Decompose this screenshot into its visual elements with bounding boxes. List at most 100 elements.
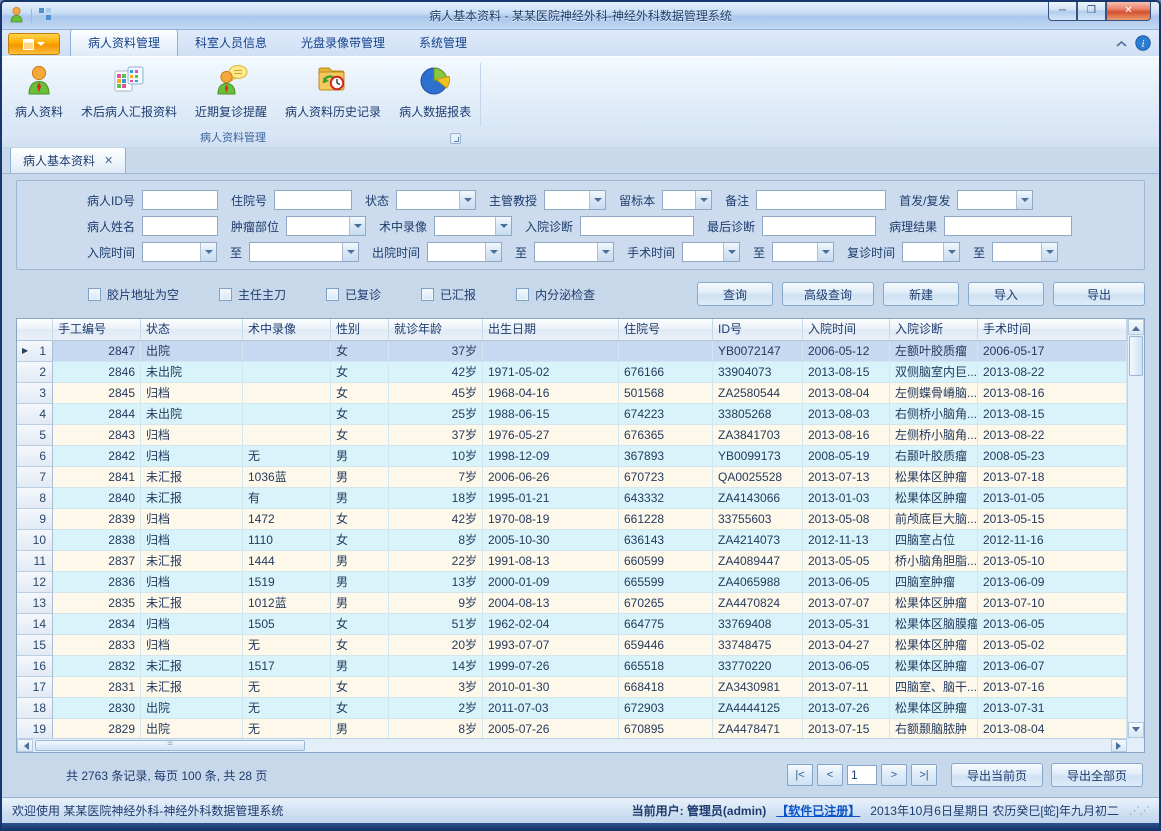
ribbon-tab-patient-management[interactable]: 病人资料管理	[70, 29, 178, 56]
import-button[interactable]: 导入	[968, 282, 1044, 306]
remark-input[interactable]	[756, 190, 886, 210]
surgery-date-from-combo[interactable]	[682, 242, 740, 262]
grid-column-header[interactable]: 就诊年龄	[389, 319, 483, 341]
table-row[interactable]: 7 2841 未汇报 1036蓝 男 7岁 2006-06-26 670723 …	[17, 467, 1127, 488]
software-registered-link[interactable]: 【软件已注册】	[776, 802, 860, 819]
scroll-right-icon[interactable]	[1111, 739, 1127, 752]
chevron-down-icon[interactable]	[1016, 191, 1032, 209]
minimize-button[interactable]: ─	[1048, 2, 1077, 21]
revisit-date-from-combo[interactable]	[902, 242, 960, 262]
table-row[interactable]: 8 2840 未汇报 有 男 18岁 1995-01-21 643332 ZA4…	[17, 488, 1127, 509]
query-button[interactable]: 查询	[697, 282, 773, 306]
page-number-input[interactable]	[847, 765, 877, 785]
patient-id-input[interactable]	[142, 190, 218, 210]
grid-column-header[interactable]	[17, 319, 53, 341]
tab-patient-basic-info[interactable]: 病人基本资料 ✕	[10, 147, 126, 173]
table-row[interactable]: 16 2832 未汇报 1517 男 14岁 1999-07-26 665518…	[17, 656, 1127, 677]
last-page-button[interactable]: >|	[911, 764, 937, 786]
ribbon-tab-staff-info[interactable]: 科室人员信息	[178, 30, 284, 56]
maximize-button[interactable]: ❐	[1077, 2, 1106, 21]
checkbox-film-address-empty[interactable]: 胶片地址为空	[88, 286, 179, 303]
revisit-date-to-combo[interactable]	[992, 242, 1058, 262]
next-page-button[interactable]: >	[881, 764, 907, 786]
admit-date-to-combo[interactable]	[249, 242, 359, 262]
table-row[interactable]: 5 2843 归档 女 37岁 1976-05-27 676365 ZA3841…	[17, 425, 1127, 446]
grid-column-header[interactable]: 手工编号	[53, 319, 141, 341]
vertical-scroll-thumb[interactable]	[1129, 336, 1143, 376]
resize-grip-icon[interactable]: ⋰⋰	[1129, 804, 1149, 817]
chevron-down-icon[interactable]	[695, 191, 711, 209]
app-logo-icon[interactable]	[8, 6, 25, 26]
discharge-date-from-combo[interactable]	[427, 242, 502, 262]
chevron-down-icon[interactable]	[349, 217, 365, 235]
new-button[interactable]: 新建	[883, 282, 959, 306]
scroll-up-icon[interactable]	[1128, 319, 1144, 335]
table-row[interactable]: 3 2845 归档 女 45岁 1968-04-16 501568 ZA2580…	[17, 383, 1127, 404]
info-icon[interactable]: i	[1135, 35, 1151, 54]
close-tab-icon[interactable]: ✕	[104, 154, 113, 167]
chevron-down-icon[interactable]	[485, 243, 501, 261]
chevron-down-icon[interactable]	[817, 243, 833, 261]
chevron-down-icon[interactable]	[200, 243, 216, 261]
patients-button[interactable]: 病人资料	[6, 59, 72, 130]
checkbox-endocrine-exam[interactable]: 内分泌检查	[516, 286, 595, 303]
export-all-pages-button[interactable]: 导出全部页	[1051, 763, 1143, 787]
prev-page-button[interactable]: <	[817, 764, 843, 786]
grid-column-header[interactable]: 入院诊断	[890, 319, 978, 341]
table-row[interactable]: 12 2836 归档 1519 男 13岁 2000-01-09 665599 …	[17, 572, 1127, 593]
patient-name-input[interactable]	[142, 216, 218, 236]
checkbox-revisited[interactable]: 已复诊	[326, 286, 381, 303]
surgery-video-combo[interactable]	[434, 216, 512, 236]
specimen-combo[interactable]	[662, 190, 712, 210]
scroll-down-icon[interactable]	[1128, 722, 1144, 738]
table-row[interactable]: 6 2842 归档 无 男 10岁 1998-12-09 367893 YB00…	[17, 446, 1127, 467]
revisit-reminder-button[interactable]: 近期复诊提醒	[186, 59, 276, 130]
dialog-launcher-icon[interactable]	[450, 133, 461, 144]
status-combo[interactable]	[396, 190, 476, 210]
ribbon-tab-system-management[interactable]: 系统管理	[402, 30, 484, 56]
grid-column-header[interactable]: 入院时间	[803, 319, 890, 341]
chevron-down-icon[interactable]	[597, 243, 613, 261]
table-row[interactable]: 14 2834 归档 1505 女 51岁 1962-02-04 664775 …	[17, 614, 1127, 635]
chevron-down-icon[interactable]	[459, 191, 475, 209]
grid-column-header[interactable]: 出生日期	[483, 319, 619, 341]
tumor-site-combo[interactable]	[286, 216, 366, 236]
quick-access-toolbar-icon[interactable]	[38, 7, 52, 24]
horizontal-scroll-thumb[interactable]	[35, 740, 305, 751]
export-current-page-button[interactable]: 导出当前页	[951, 763, 1043, 787]
data-report-button[interactable]: 病人数据报表	[390, 59, 480, 130]
ribbon-tab-disc-tape-management[interactable]: 光盘录像带管理	[284, 30, 402, 56]
table-row[interactable]: 18 2830 出院 无 女 2岁 2011-07-03 672903 ZA44…	[17, 698, 1127, 719]
table-row[interactable]: 2 2846 未出院 女 42岁 1971-05-02 676166 33904…	[17, 362, 1127, 383]
first-page-button[interactable]: |<	[787, 764, 813, 786]
table-row[interactable]: 15 2833 归档 无 女 20岁 1993-07-07 659446 337…	[17, 635, 1127, 656]
checkbox-reported[interactable]: 已汇报	[421, 286, 476, 303]
grid-column-header[interactable]: ID号	[713, 319, 803, 341]
export-button[interactable]: 导出	[1053, 282, 1145, 306]
horizontal-scrollbar[interactable]	[17, 738, 1127, 752]
discharge-date-to-combo[interactable]	[534, 242, 614, 262]
chevron-down-icon[interactable]	[943, 243, 959, 261]
surgery-date-to-combo[interactable]	[772, 242, 834, 262]
table-row[interactable]: 13 2835 未汇报 1012蓝 男 9岁 2004-08-13 670265…	[17, 593, 1127, 614]
admit-date-from-combo[interactable]	[142, 242, 217, 262]
chevron-down-icon[interactable]	[342, 243, 358, 261]
table-row[interactable]: 9 2839 归档 1472 女 42岁 1970-08-19 661228 3…	[17, 509, 1127, 530]
pathology-result-input[interactable]	[944, 216, 1072, 236]
table-row[interactable]: 11 2837 未汇报 1444 男 22岁 1991-08-13 660599…	[17, 551, 1127, 572]
admit-diagnosis-input[interactable]	[580, 216, 694, 236]
postop-report-button[interactable]: 术后病人汇报资料	[72, 59, 186, 130]
table-row[interactable]: 17 2831 未汇报 无 女 3岁 2010-01-30 668418 ZA3…	[17, 677, 1127, 698]
grid-column-header[interactable]: 手术时间	[978, 319, 1127, 341]
table-row[interactable]: 19 2829 出院 无 男 8岁 2005-07-26 670895 ZA44…	[17, 719, 1127, 738]
scroll-left-icon[interactable]	[17, 739, 33, 752]
chevron-down-icon[interactable]	[495, 217, 511, 235]
checkbox-chief-surgeon[interactable]: 主任主刀	[219, 286, 286, 303]
grid-column-header[interactable]: 性别	[331, 319, 389, 341]
table-row[interactable]: 4 2844 未出院 女 25岁 1988-06-15 674223 33805…	[17, 404, 1127, 425]
vertical-scrollbar[interactable]	[1127, 319, 1144, 738]
table-row[interactable]: 10 2838 归档 1110 女 8岁 2005-10-30 636143 Z…	[17, 530, 1127, 551]
first-recur-combo[interactable]	[957, 190, 1033, 210]
history-record-button[interactable]: 病人资料历史记录	[276, 59, 390, 130]
inpatient-no-input[interactable]	[274, 190, 352, 210]
